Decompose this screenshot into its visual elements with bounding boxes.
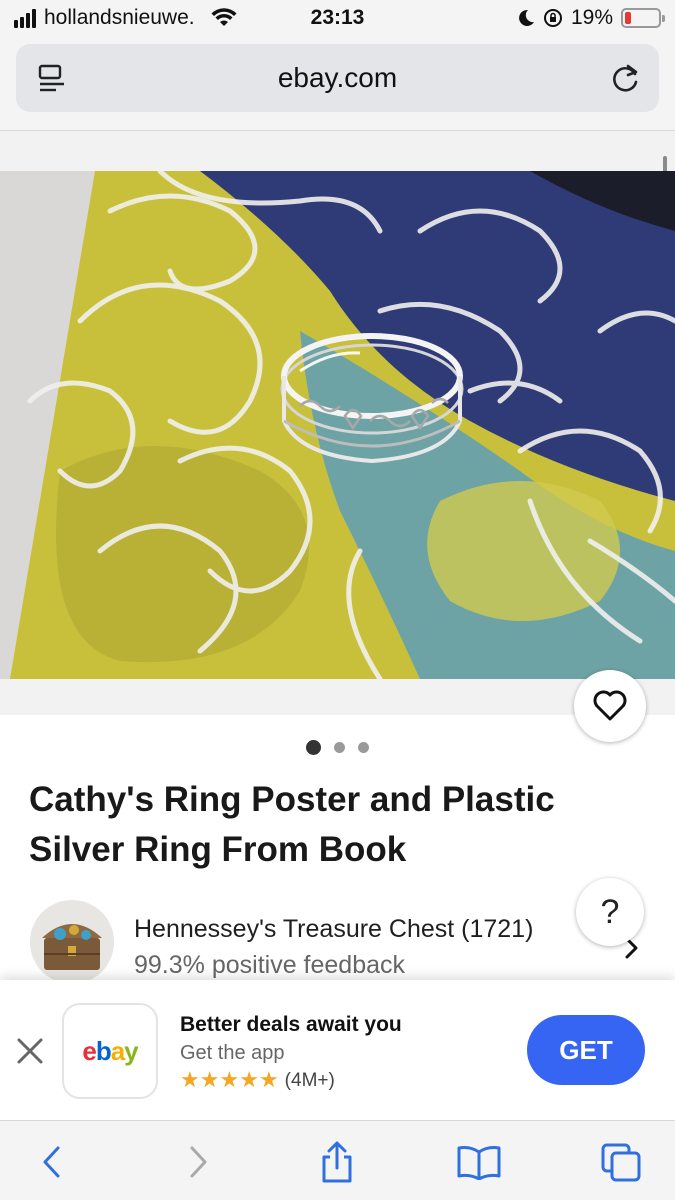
seller-info[interactable]: Hennessey's Treasure Chest (1721) 99.3% … xyxy=(30,900,650,984)
heart-icon xyxy=(593,690,627,721)
forward-icon xyxy=(190,1146,207,1178)
pagination-dot[interactable] xyxy=(358,742,369,753)
moon-icon xyxy=(519,9,534,26)
product-image[interactable] xyxy=(0,171,675,679)
ebay-logo: ebay xyxy=(82,1035,138,1066)
orientation-lock-icon xyxy=(543,9,562,27)
browser-top-bar: ebay.com xyxy=(0,40,675,131)
star-icon: ★ xyxy=(199,1067,220,1092)
battery-percent: 19% xyxy=(570,6,613,29)
seller-avatar[interactable] xyxy=(30,900,114,984)
battery-level xyxy=(625,12,632,24)
bookmarks-button[interactable] xyxy=(454,1137,504,1187)
browser-toolbar xyxy=(0,1120,675,1200)
seller-feedback: 99.3% positive feedback xyxy=(134,951,406,979)
reload-icon[interactable] xyxy=(611,62,641,94)
app-install-banner[interactable]: ebay Better deals await you Get the app … xyxy=(0,980,675,1120)
listing-title: Cathy's Ring Poster and Plastic Silver R… xyxy=(29,780,555,869)
forward-button[interactable] xyxy=(173,1137,223,1187)
help-button[interactable]: ? xyxy=(576,878,644,946)
status-bar: hollandsnieuwe. 23:13 19% xyxy=(0,0,675,40)
treasure-chest-icon xyxy=(30,900,114,984)
status-right: 19% xyxy=(517,6,665,30)
rating-count: (4M+) xyxy=(284,1069,335,1091)
reader-icon[interactable] xyxy=(38,64,66,94)
star-icon: ★ xyxy=(180,1067,200,1092)
share-button[interactable] xyxy=(312,1137,362,1187)
page-top-band xyxy=(0,131,675,171)
image-pagination[interactable] xyxy=(0,740,675,755)
address-text[interactable]: ebay.com xyxy=(278,62,397,94)
star-icon: ★ xyxy=(239,1067,259,1092)
address-bar[interactable]: ebay.com xyxy=(16,44,659,112)
help-icon: ? xyxy=(600,892,620,931)
back-icon xyxy=(43,1146,60,1178)
bookmarks-icon xyxy=(457,1146,501,1180)
tabs-icon xyxy=(601,1143,641,1182)
share-icon xyxy=(322,1141,352,1183)
app-rating: ★★★★★ (4M+) xyxy=(180,1069,335,1092)
battery-icon xyxy=(621,8,665,28)
add-to-watchlist-button[interactable] xyxy=(574,670,646,742)
banner-subtitle: Get the app xyxy=(180,1042,285,1064)
banner-title: Better deals await you xyxy=(180,1013,402,1036)
pagination-dot[interactable] xyxy=(334,742,345,753)
star-icon: ★ xyxy=(258,1067,279,1092)
ebay-app-icon[interactable]: ebay xyxy=(62,1003,158,1099)
close-icon[interactable] xyxy=(14,1035,46,1067)
pagination-dot[interactable] xyxy=(306,740,321,755)
back-button[interactable] xyxy=(27,1137,77,1187)
star-rating: ★★★★★ xyxy=(180,1069,279,1092)
star-icon: ★ xyxy=(219,1067,240,1092)
seller-name[interactable]: Hennessey's Treasure Chest (1721) xyxy=(134,915,533,944)
tabs-button[interactable] xyxy=(596,1137,646,1187)
product-photo xyxy=(0,171,675,679)
get-app-button[interactable]: GET xyxy=(527,1015,645,1085)
